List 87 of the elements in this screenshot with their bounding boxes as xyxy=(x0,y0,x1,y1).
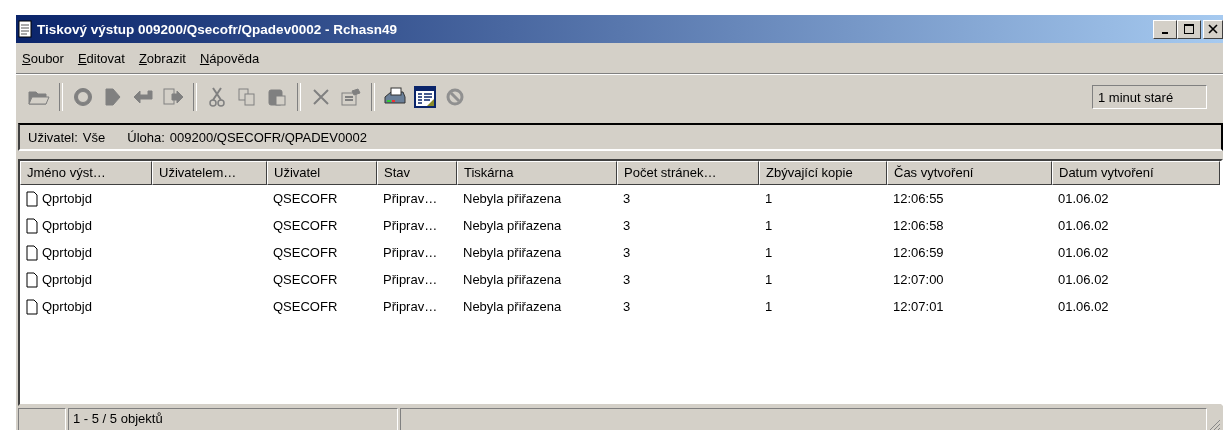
close-button[interactable] xyxy=(1203,19,1223,39)
table-cell: 01.06.02 xyxy=(1058,218,1109,233)
table-cell: Nebyla přiřazena xyxy=(463,299,562,314)
refresh-status: 1 minut staré xyxy=(1092,85,1207,109)
filter-label: Úloha: xyxy=(127,129,165,145)
menu-item[interactable]: Zobrazit xyxy=(138,50,186,66)
table-cell: 01.06.02 xyxy=(1058,272,1109,287)
delete-icon xyxy=(311,87,331,107)
table-cell: Qprtobjd xyxy=(42,272,92,287)
minimize-icon xyxy=(1162,32,1168,34)
status-panel xyxy=(18,408,66,430)
table-cell: 12:06:59 xyxy=(893,245,944,260)
table-cell: 01.06.02 xyxy=(1058,299,1109,314)
stop-icon xyxy=(73,87,93,107)
close-icon xyxy=(1208,24,1218,34)
window-title: Tiskový výstup 009200/Qsecofr/Qpadev0002 - Rchasn49 xyxy=(37,21,397,37)
column-header[interactable]: Zbývající kopie xyxy=(759,161,887,185)
paste-icon xyxy=(267,87,287,107)
table-cell: 1 xyxy=(765,299,773,314)
resize-grip-icon xyxy=(1209,419,1221,430)
properties-icon xyxy=(340,87,362,107)
table-cell: Nebyla přiřazena xyxy=(463,245,562,260)
table-cell: 3 xyxy=(623,245,631,260)
maximize-icon xyxy=(1184,24,1194,34)
minimize-button[interactable] xyxy=(1153,19,1177,39)
table-cell: Připrav… xyxy=(383,218,438,233)
column-header[interactable]: Stav xyxy=(377,161,457,185)
folder-icon xyxy=(28,88,50,106)
table-cell: 1 xyxy=(765,191,773,206)
table-cell: Qprtobjd xyxy=(42,191,92,206)
column-header[interactable]: Počet stránek… xyxy=(617,161,759,185)
table-cell: QSECOFR xyxy=(273,191,338,206)
menu-item[interactable]: Editovat xyxy=(77,50,125,66)
table-cell: QSECOFR xyxy=(273,218,338,233)
document-icon xyxy=(26,271,38,288)
table-cell: Nebyla přiřazena xyxy=(463,272,562,287)
table-cell: Připrav… xyxy=(383,245,438,260)
table-cell: Nebyla přiřazena xyxy=(463,218,562,233)
document-icon xyxy=(18,20,34,38)
table-cell: 3 xyxy=(623,299,631,314)
table-cell: 12:06:55 xyxy=(893,191,944,206)
table-cell: Qprtobjd xyxy=(42,299,92,314)
table-cell: Připrav… xyxy=(383,272,438,287)
column-header[interactable]: Uživatelem… xyxy=(152,161,267,185)
table-cell: 01.06.02 xyxy=(1058,191,1109,206)
menu-item[interactable]: Soubor xyxy=(22,50,64,66)
table-cell: 1 xyxy=(765,218,773,233)
table-cell: Připrav… xyxy=(383,191,438,206)
maximize-button[interactable] xyxy=(1177,19,1201,39)
table-cell: 3 xyxy=(623,191,631,206)
table-cell: 3 xyxy=(623,272,631,287)
table-cell: 1 xyxy=(765,272,773,287)
table-cell: 12:06:58 xyxy=(893,218,944,233)
table-cell: 1 xyxy=(765,245,773,260)
document-icon xyxy=(26,217,38,234)
cancel-icon xyxy=(446,88,464,106)
printer-icon xyxy=(383,87,407,107)
column-header[interactable]: Jméno výst… xyxy=(20,161,152,185)
document-icon xyxy=(26,190,38,207)
table-cell: 3 xyxy=(623,218,631,233)
document-icon xyxy=(26,244,38,261)
document-icon xyxy=(26,298,38,315)
table-cell: Nebyla přiřazena xyxy=(463,191,562,206)
filter-value: 009200/QSECOFR/QPADEV0002 xyxy=(169,129,367,145)
column-header[interactable]: Čas vytvoření xyxy=(887,161,1052,185)
table-cell: Qprtobjd xyxy=(42,245,92,260)
menu-item[interactable]: Nápověda xyxy=(199,50,260,66)
filter-value: Vše xyxy=(82,129,106,145)
column-header[interactable]: Uživatel xyxy=(267,161,377,185)
table-cell: 01.06.02 xyxy=(1058,245,1109,260)
table-cell: Připrav… xyxy=(383,299,438,314)
filter-label: Uživatel: xyxy=(28,129,78,145)
play-icon xyxy=(104,87,122,107)
table-cell: 12:07:00 xyxy=(893,272,944,287)
toolbar-button[interactable] xyxy=(412,84,438,110)
table-cell: QSECOFR xyxy=(273,272,338,287)
column-header[interactable]: Tiskárna xyxy=(457,161,617,185)
column-header[interactable]: Datum vytvoření xyxy=(1052,161,1220,185)
status-count: 1 - 5 / 5 objektů xyxy=(68,408,398,430)
table-icon xyxy=(414,86,436,108)
copy-icon xyxy=(237,87,257,107)
table-cell: QSECOFR xyxy=(273,299,338,314)
table-cell: 12:07:01 xyxy=(893,299,944,314)
document-arrow-icon xyxy=(162,87,184,107)
table-cell: QSECOFR xyxy=(273,245,338,260)
table-cell: Qprtobjd xyxy=(42,218,92,233)
cut-icon xyxy=(209,87,225,107)
